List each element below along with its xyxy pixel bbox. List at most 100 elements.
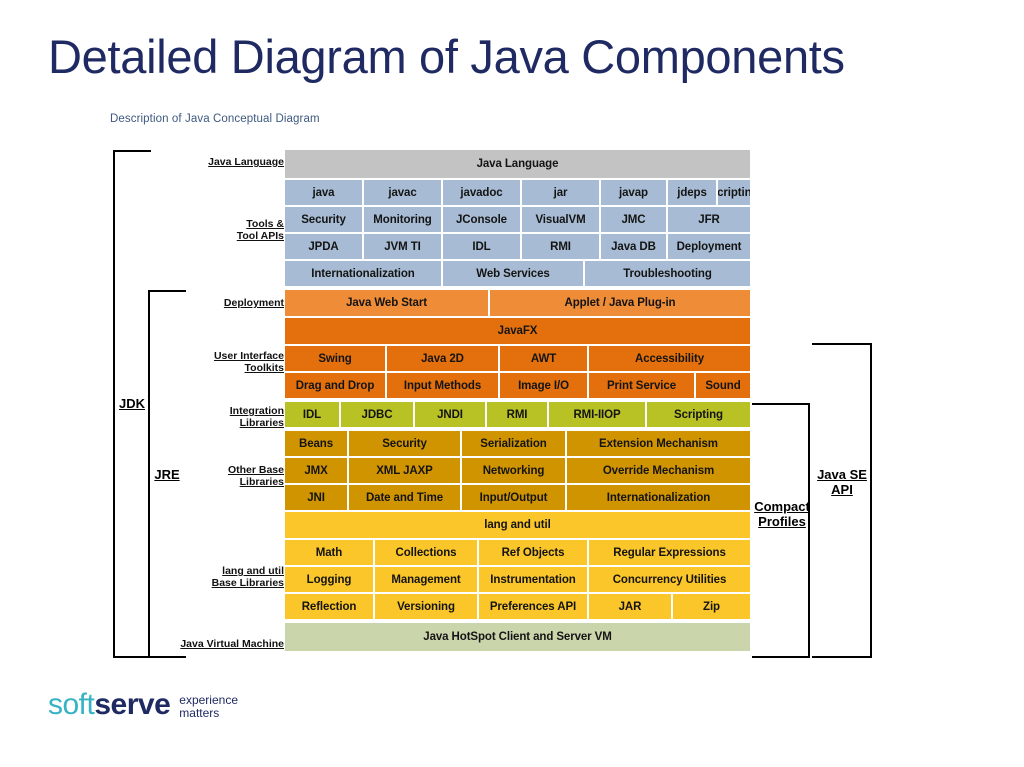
cell-jmx[interactable]: JMX xyxy=(285,458,347,483)
cell-jvm-ti[interactable]: JVM TI xyxy=(364,234,441,259)
other-base-row-2: JMX XML JAXP Networking Override Mechani… xyxy=(285,458,750,483)
cell-java-hotspot-vm[interactable]: Java HotSpot Client and Server VM xyxy=(285,623,750,651)
cell-jmc[interactable]: JMC xyxy=(601,207,666,232)
cell-javadoc[interactable]: javadoc xyxy=(443,180,520,205)
cell-jndi[interactable]: JNDI xyxy=(415,402,485,427)
cell-java[interactable]: java xyxy=(285,180,362,205)
cell-idl[interactable]: IDL xyxy=(285,402,339,427)
lang-and-util-header-row: lang and util xyxy=(285,512,750,538)
cell-lang-and-util[interactable]: lang and util xyxy=(285,512,750,538)
java-se-api-label: Java SE API xyxy=(817,467,867,497)
cell-javac[interactable]: javac xyxy=(364,180,441,205)
cell-override-mechanism[interactable]: Override Mechanism xyxy=(567,458,750,483)
logo-tagline-line2: matters xyxy=(179,706,220,720)
logo-serve-text: serve xyxy=(94,688,171,721)
row-label-java-virtual-machine: Java Virtual Machine xyxy=(180,638,284,650)
row-label-lang-and-util-base-libraries: lang and util Base Libraries xyxy=(211,565,284,589)
cell-xml-jaxp[interactable]: XML JAXP xyxy=(349,458,460,483)
row-label-tools-and-tool-apis: Tools & Tool APIs xyxy=(236,218,284,242)
cell-troubleshooting[interactable]: Troubleshooting xyxy=(585,261,750,286)
cell-serialization[interactable]: Serialization xyxy=(462,431,565,456)
cell-regular-expressions[interactable]: Regular Expressions xyxy=(589,540,750,565)
javafx-row: JavaFX xyxy=(285,318,750,344)
cell-jdbc[interactable]: JDBC xyxy=(341,402,413,427)
cell-java-2d[interactable]: Java 2D xyxy=(387,346,498,371)
compact-profiles-label: Compact Profiles xyxy=(754,499,810,529)
other-base-row-1: Beans Security Serialization Extension M… xyxy=(285,431,750,456)
cell-beans[interactable]: Beans xyxy=(285,431,347,456)
row-label-user-interface-toolkits: User Interface Toolkits xyxy=(213,350,284,374)
cell-collections[interactable]: Collections xyxy=(375,540,477,565)
cell-deployment-tools[interactable]: Deployment xyxy=(668,234,750,259)
deployment-row: Java Web Start Applet / Java Plug-in xyxy=(285,290,750,316)
cell-input-methods[interactable]: Input Methods xyxy=(387,373,498,398)
cell-reflection[interactable]: Reflection xyxy=(285,594,373,619)
cell-java-db[interactable]: Java DB xyxy=(601,234,666,259)
cell-idl-tools[interactable]: IDL xyxy=(443,234,520,259)
cell-applet-java-plugin[interactable]: Applet / Java Plug-in xyxy=(490,290,750,316)
cell-internationalization-tools[interactable]: Internationalization xyxy=(285,261,441,286)
tools-row-4: Internationalization Web Services Troubl… xyxy=(285,261,750,286)
ui-toolkits-row-1: Swing Java 2D AWT Accessibility xyxy=(285,346,750,371)
cell-monitoring[interactable]: Monitoring xyxy=(364,207,441,232)
cell-swing[interactable]: Swing xyxy=(285,346,385,371)
logo-tagline: experience matters xyxy=(179,694,238,720)
cell-jpda[interactable]: JPDA xyxy=(285,234,362,259)
integration-libraries-row: IDL JDBC JNDI RMI RMI-IIOP Scripting xyxy=(285,402,750,427)
cell-drag-and-drop[interactable]: Drag and Drop xyxy=(285,373,385,398)
cell-image-io[interactable]: Image I/O xyxy=(500,373,587,398)
component-stack: Java Language java javac javadoc jar jav… xyxy=(285,150,750,651)
cell-jar-lang[interactable]: JAR xyxy=(589,594,671,619)
cell-zip[interactable]: Zip xyxy=(673,594,750,619)
tools-row-1: java javac javadoc jar javap jdeps Scrip… xyxy=(285,180,750,205)
cell-security-tools[interactable]: Security xyxy=(285,207,362,232)
cell-internationalization-base[interactable]: Internationalization xyxy=(567,485,750,510)
cell-java-web-start[interactable]: Java Web Start xyxy=(285,290,488,316)
cell-jfr[interactable]: JFR xyxy=(668,207,750,232)
cell-print-service[interactable]: Print Service xyxy=(589,373,694,398)
java-se-api-bracket xyxy=(812,343,872,658)
cell-scripting-tools[interactable]: Scripting xyxy=(718,180,750,205)
tools-row-3: JPDA JVM TI IDL RMI Java DB Deployment xyxy=(285,234,750,259)
cell-security-base[interactable]: Security xyxy=(349,431,460,456)
tools-row-2: Security Monitoring JConsole VisualVM JM… xyxy=(285,207,750,232)
cell-accessibility[interactable]: Accessibility xyxy=(589,346,750,371)
row-label-java-language: Java Language xyxy=(208,156,284,168)
cell-ref-objects[interactable]: Ref Objects xyxy=(479,540,587,565)
cell-rmi-tools[interactable]: RMI xyxy=(522,234,599,259)
java-components-diagram: JDK JRE Compact Profiles Java SE API Jav… xyxy=(0,0,1024,767)
cell-awt[interactable]: AWT xyxy=(500,346,587,371)
cell-sound[interactable]: Sound xyxy=(696,373,750,398)
cell-jconsole[interactable]: JConsole xyxy=(443,207,520,232)
cell-scripting-integration[interactable]: Scripting xyxy=(647,402,750,427)
lang-util-row-1: Math Collections Ref Objects Regular Exp… xyxy=(285,540,750,565)
cell-concurrency-utilities[interactable]: Concurrency Utilities xyxy=(589,567,750,592)
cell-extension-mechanism[interactable]: Extension Mechanism xyxy=(567,431,750,456)
cell-web-services[interactable]: Web Services xyxy=(443,261,583,286)
cell-instrumentation[interactable]: Instrumentation xyxy=(479,567,587,592)
cell-input-output[interactable]: Input/Output xyxy=(462,485,565,510)
row-label-other-base-libraries: Other Base Libraries xyxy=(227,464,284,488)
cell-preferences-api[interactable]: Preferences API xyxy=(479,594,587,619)
cell-jdeps[interactable]: jdeps xyxy=(668,180,716,205)
jvm-row: Java HotSpot Client and Server VM xyxy=(285,623,750,651)
cell-versioning[interactable]: Versioning xyxy=(375,594,477,619)
lang-util-row-2: Logging Management Instrumentation Concu… xyxy=(285,567,750,592)
cell-date-and-time[interactable]: Date and Time xyxy=(349,485,460,510)
softserve-logo: soft serve experience matters xyxy=(48,688,238,722)
cell-math[interactable]: Math xyxy=(285,540,373,565)
cell-java-language[interactable]: Java Language xyxy=(285,150,750,178)
other-base-row-3: JNI Date and Time Input/Output Internati… xyxy=(285,485,750,510)
cell-rmi-iiop[interactable]: RMI-IIOP xyxy=(549,402,645,427)
cell-rmi[interactable]: RMI xyxy=(487,402,547,427)
jre-bracket-label: JRE xyxy=(154,467,180,482)
cell-management[interactable]: Management xyxy=(375,567,477,592)
cell-networking[interactable]: Networking xyxy=(462,458,565,483)
cell-logging[interactable]: Logging xyxy=(285,567,373,592)
cell-jar[interactable]: jar xyxy=(522,180,599,205)
cell-jni[interactable]: JNI xyxy=(285,485,347,510)
cell-javafx[interactable]: JavaFX xyxy=(285,318,750,344)
cell-visualvm[interactable]: VisualVM xyxy=(522,207,599,232)
cell-javap[interactable]: javap xyxy=(601,180,666,205)
lang-util-row-3: Reflection Versioning Preferences API JA… xyxy=(285,594,750,619)
